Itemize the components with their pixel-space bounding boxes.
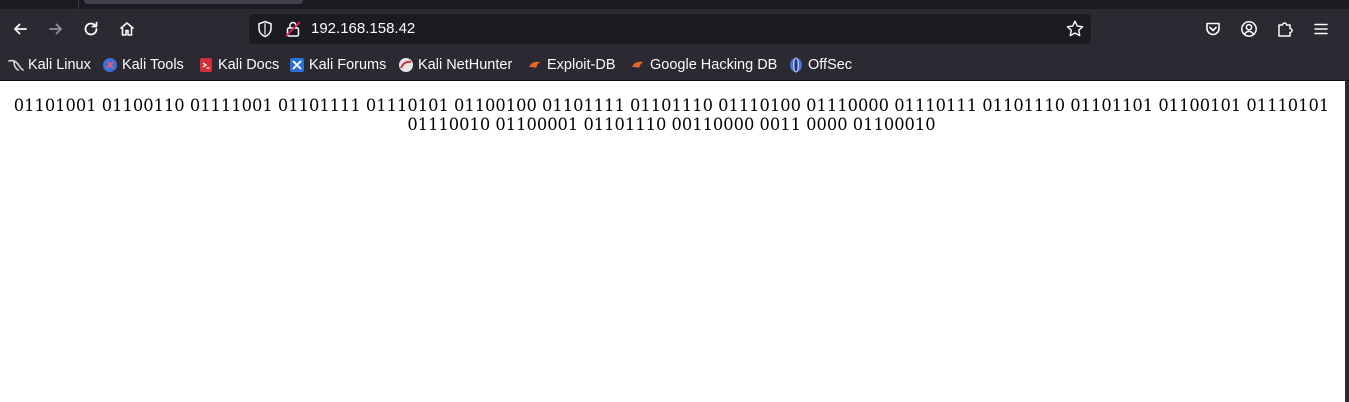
exploit-db-icon: [529, 61, 541, 68]
hamburger-menu-icon: [1314, 23, 1328, 35]
bookmarks-toolbar: Kali Linux Kali Tools Kali Docs Kali For…: [0, 49, 1349, 81]
home-icon: [119, 22, 135, 36]
reload-icon: [84, 21, 98, 36]
binary-message-text: 01101001 01100110 01111001 01101111 0111…: [13, 96, 1330, 134]
bookmark-kali-docs[interactable]: Kali Docs: [198, 56, 279, 74]
window-edge: [1345, 81, 1349, 402]
ghdb-icon: [632, 61, 644, 68]
menu-button[interactable]: [1305, 13, 1337, 45]
home-button[interactable]: [111, 13, 143, 45]
bookmark-star-icon[interactable]: [1065, 19, 1085, 39]
pocket-button[interactable]: [1197, 13, 1229, 45]
back-button[interactable]: [4, 13, 36, 45]
pocket-icon: [1206, 22, 1220, 36]
shield-icon[interactable]: [256, 20, 274, 38]
bookmark-kali-tools[interactable]: Kali Tools: [102, 56, 184, 74]
address-bar[interactable]: 192.168.158.42: [249, 14, 1091, 44]
tab-strip: [0, 0, 1349, 9]
arrow-left-icon: [14, 23, 27, 35]
bookmark-kali-forums[interactable]: Kali Forums: [289, 56, 386, 74]
url-text[interactable]: 192.168.158.42: [311, 20, 415, 38]
account-button[interactable]: [1233, 13, 1265, 45]
navigation-toolbar: 192.168.158.42: [0, 9, 1349, 49]
bookmark-kali-nethunter[interactable]: Kali NetHunter: [398, 56, 512, 74]
insecure-lock-icon[interactable]: [284, 20, 302, 38]
account-icon: [1241, 21, 1257, 37]
kali-nethunter-icon: [399, 58, 413, 72]
tab-separator: [78, 0, 79, 9]
kali-forums-icon: [290, 58, 304, 72]
reload-button[interactable]: [75, 13, 107, 45]
bookmark-exploit-db[interactable]: Exploit-DB: [527, 56, 616, 74]
kali-docs-icon: [200, 58, 212, 72]
puzzle-piece-icon: [1278, 22, 1293, 37]
arrow-right-icon: [49, 23, 62, 35]
active-tab[interactable]: [84, 0, 303, 4]
page-content: 01101001 01100110 01111001 01101111 0111…: [0, 81, 1349, 402]
kali-dragon-icon: [8, 59, 24, 71]
offsec-icon: [790, 57, 802, 73]
extensions-button[interactable]: [1269, 13, 1301, 45]
forward-button[interactable]: [40, 13, 72, 45]
bookmark-offsec[interactable]: OffSec: [788, 56, 852, 74]
bookmark-google-hacking-db[interactable]: Google Hacking DB: [630, 56, 777, 74]
kali-tools-icon: [103, 58, 117, 72]
bookmark-kali-linux[interactable]: Kali Linux: [8, 56, 91, 74]
